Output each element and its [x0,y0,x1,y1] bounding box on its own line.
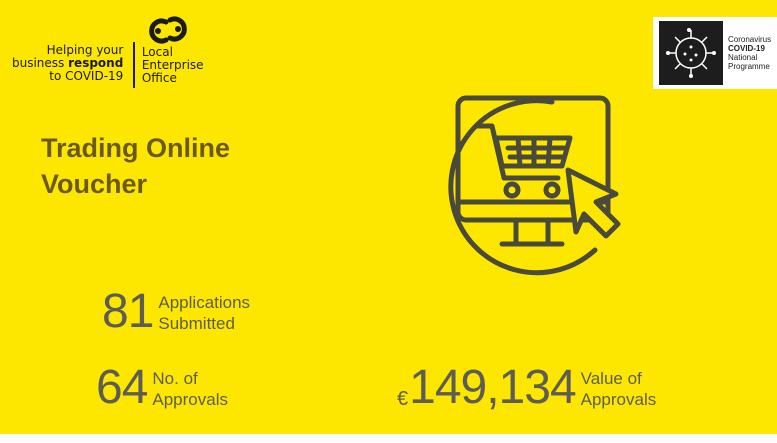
covid-line-4: Programme [728,62,770,71]
approvals-label: No. of Approvals [152,368,228,410]
approval-value-stat: € 149,134 Value of Approvals [397,364,656,412]
covid-line-1: Coronavirus [728,35,772,44]
approvals-label-line-2: Approvals [152,390,228,409]
covid-text: Coronavirus COVID-19 National Programme [728,35,771,71]
applications-stat: 81 Applications Submitted [102,288,250,336]
tagline-line-3: to COVID-19 [49,69,124,83]
approvals-value: 64 [96,361,148,414]
currency-symbol: € [397,388,409,410]
applications-label-line-2: Submitted [158,314,235,333]
brand-divider [133,42,135,88]
covid-line-2: COVID-19 [728,44,765,53]
voucher-card: Helping your business respond to COVID-1… [0,0,777,434]
applications-label: Applications Submitted [158,292,250,334]
approvals-label-line-1: No. of [152,369,198,388]
title-line-2: Voucher [41,169,148,199]
interlocking-rings-logo-icon [148,16,187,44]
leo-line-3: Office [141,71,177,85]
approvals-stat: 64 No. of Approvals [96,364,228,412]
covid-line-3: National [728,53,758,62]
leo-logo: Local Enterprise Office [142,14,204,85]
approval-value-label-line-2: Approvals [580,390,657,409]
tagline: Helping your business respond to COVID-1… [12,44,133,83]
applications-value: 81 [102,285,154,338]
tagline-plain: business [12,56,65,70]
page-title: Trading Online Voucher [41,130,230,202]
approval-value-label-line-1: Value of [580,369,642,388]
title-line-1: Trading Online [41,133,231,163]
shopping-cart-monitor-icon [430,90,630,289]
tagline-bold: respond [68,56,124,70]
brand-header: Helping your business respond to COVID-1… [12,14,204,88]
applications-label-line-1: Applications [158,293,251,312]
virus-icon [659,21,723,85]
leo-text: Local Enterprise Office [142,46,204,85]
approval-value-label: Value of Approvals [581,368,657,410]
covid-programme-badge: Coronavirus COVID-19 National Programme [653,17,777,89]
approval-value: 149,134 [409,361,577,414]
